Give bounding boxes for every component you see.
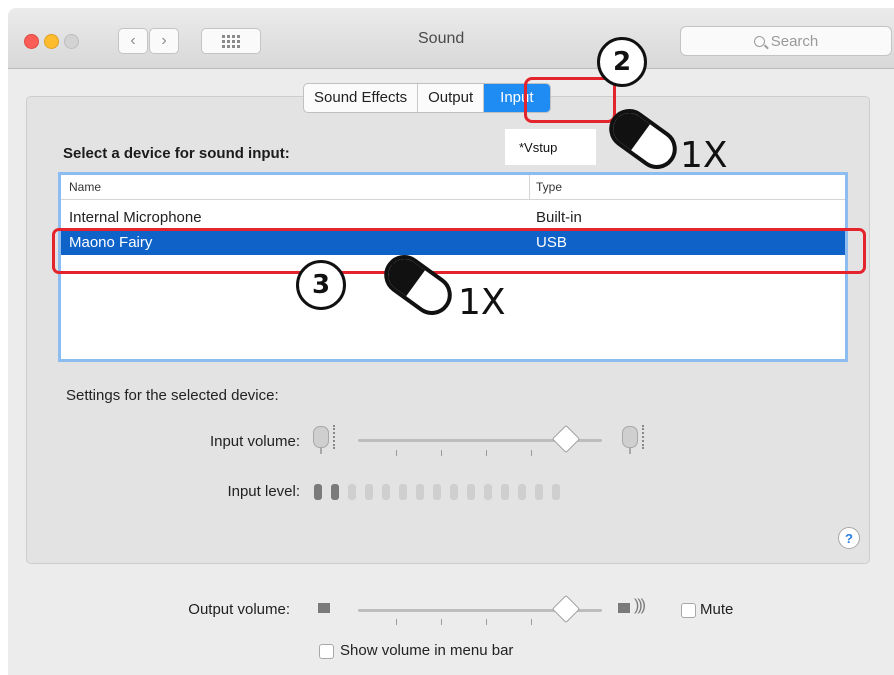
level-bar [382, 484, 390, 500]
table-header: Name Type [61, 175, 845, 200]
speaker-low-icon [318, 603, 330, 613]
show-volume-label[interactable]: Show volume in menu bar [340, 642, 513, 659]
close-window-button[interactable] [24, 34, 39, 49]
mute-label[interactable]: Mute [700, 601, 733, 618]
level-bar [365, 484, 373, 500]
device-name: Internal Microphone [69, 209, 202, 226]
title-bar: ‹ › Sound Search [8, 8, 894, 69]
input-volume-label: Input volume: [209, 433, 300, 450]
select-device-label: Select a device for sound input: [63, 145, 290, 162]
zoom-window-button[interactable] [64, 34, 79, 49]
search-field[interactable]: Search [680, 26, 892, 56]
level-bar [535, 484, 543, 500]
level-bar [399, 484, 407, 500]
help-button[interactable]: ? [838, 527, 860, 549]
question-mark-icon: ? [845, 530, 853, 546]
level-bar [450, 484, 458, 500]
output-volume-label: Output volume: [188, 601, 290, 618]
level-bar [552, 484, 560, 500]
slider-tick [486, 450, 487, 456]
microphone-low-icon [313, 426, 329, 454]
level-bar [331, 484, 339, 500]
input-level-meter [314, 484, 560, 500]
table-row[interactable]: Internal Microphone Built-in [61, 207, 845, 229]
column-divider [529, 175, 530, 199]
level-bar [433, 484, 441, 500]
grid-icon [222, 34, 240, 48]
search-icon [753, 35, 765, 47]
column-header-type[interactable]: Type [536, 180, 562, 194]
level-bar [467, 484, 475, 500]
step-badge: 3 [296, 260, 346, 310]
minimize-window-button[interactable] [44, 34, 59, 49]
level-bar [348, 484, 356, 500]
tab-bar: Sound Effects Output Input [303, 83, 551, 113]
forward-button[interactable]: › [149, 28, 179, 54]
translation-tooltip: *Vstup [505, 129, 596, 165]
mic-dots-icon [333, 425, 338, 449]
window-title: Sound [418, 30, 465, 47]
slider-tick [396, 450, 397, 456]
level-bar [501, 484, 509, 500]
settings-label: Settings for the selected device: [66, 387, 279, 404]
click-count-label: 1X [458, 282, 506, 323]
mic-dots-icon [642, 425, 647, 449]
chevron-right-icon: › [161, 32, 167, 49]
selected-row-annotation-outline [52, 228, 866, 274]
slider-tick [441, 450, 442, 456]
level-bar [416, 484, 424, 500]
device-type: Built-in [536, 209, 582, 226]
tab-output[interactable]: Output [418, 84, 485, 112]
level-bar [518, 484, 526, 500]
slider-tick [441, 619, 442, 625]
input-level-label: Input level: [227, 483, 300, 500]
show-volume-checkbox[interactable] [319, 644, 334, 659]
tab-sound-effects[interactable]: Sound Effects [304, 84, 419, 112]
microphone-high-icon [622, 426, 638, 454]
show-all-button[interactable] [201, 28, 261, 54]
chevron-left-icon: ‹ [130, 32, 136, 49]
slider-tick [396, 619, 397, 625]
slider-tick [531, 619, 532, 625]
sound-waves-icon: ))) [634, 597, 646, 614]
search-placeholder: Search [770, 32, 819, 50]
slider-tick [486, 619, 487, 625]
click-count-label: 1X [680, 135, 728, 176]
step-badge: 2 [597, 37, 647, 87]
level-bar [484, 484, 492, 500]
mute-checkbox[interactable] [681, 603, 696, 618]
speaker-high-icon [618, 603, 630, 613]
back-button[interactable]: ‹ [118, 28, 148, 54]
slider-tick [531, 450, 532, 456]
input-tab-annotation-outline [524, 77, 616, 123]
column-header-name[interactable]: Name [69, 180, 101, 194]
level-bar [314, 484, 322, 500]
